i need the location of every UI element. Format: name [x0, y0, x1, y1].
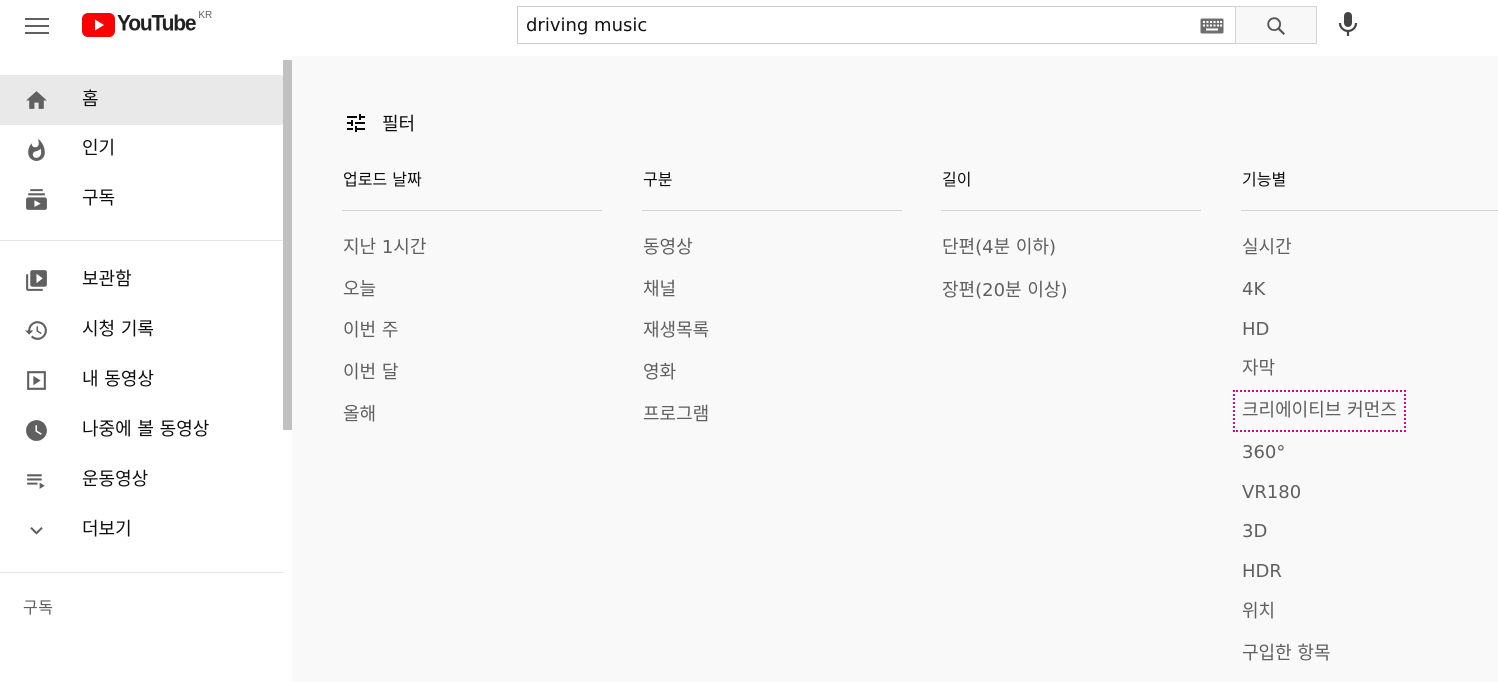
filter-option[interactable]: 단편(4분 이하) — [942, 236, 1056, 260]
filter-option[interactable]: 자막 — [1242, 357, 1275, 381]
filter-option[interactable]: 채널 — [643, 278, 676, 302]
filter-option[interactable]: 프로그램 — [643, 403, 709, 427]
hamburger-line — [25, 32, 49, 34]
filter-option-creative-commons[interactable]: 크리에이티브 커먼즈 — [1233, 390, 1406, 432]
sidebar-item-label: 운동영상 — [82, 469, 149, 490]
search-icon — [1267, 17, 1286, 36]
filter-group-divider — [1241, 210, 1498, 211]
youtube-play-logo-icon — [82, 13, 115, 37]
country-code: KR — [198, 10, 213, 21]
sidebar-item-label: 홈 — [82, 89, 99, 110]
filter-group-upload-date: 업로드 날짜 지난 1시간 오늘 이번 주 이번 달 올해 — [342, 168, 602, 425]
sidebar-divider — [0, 240, 283, 241]
subscriptions-icon — [26, 189, 47, 210]
filter-option[interactable]: 360° — [1242, 441, 1285, 465]
filter-option[interactable]: 동영상 — [643, 236, 693, 260]
sidebar-item-your-videos[interactable]: 내 동영상 — [0, 355, 283, 405]
filter-option[interactable]: 영화 — [643, 361, 676, 385]
filter-option[interactable]: 이번 주 — [343, 319, 398, 343]
sidebar-item-library[interactable]: 보관함 — [0, 255, 283, 305]
hamburger-line — [25, 25, 49, 27]
filter-label: 필터 — [382, 114, 416, 135]
filter-option[interactable]: HD — [1242, 318, 1269, 342]
keyboard-icon[interactable] — [1200, 18, 1224, 34]
search-filters-panel: 필터 업로드 날짜 지난 1시간 오늘 이번 주 이번 달 올해 구분 동영상 … — [292, 56, 1498, 682]
sidebar-item-subscriptions[interactable]: 구독 — [0, 174, 283, 224]
filter-option[interactable]: 구입한 항목 — [1242, 642, 1331, 666]
sidebar-divider — [0, 572, 283, 573]
top-bar: YouTube KR — [0, 0, 1498, 56]
filter-option[interactable]: 이번 달 — [343, 361, 398, 385]
filter-group-duration: 길이 단편(4분 이하) 장편(20분 이상) — [941, 168, 1201, 301]
sidebar-item-watch-later[interactable]: 나중에 볼 동영상 — [0, 405, 283, 455]
guide-menu-button[interactable] — [21, 12, 53, 40]
your-videos-icon — [27, 371, 46, 390]
youtube-wordmark: YouTube — [117, 11, 197, 36]
filter-group-divider — [941, 210, 1201, 211]
sidebar-item-label: 나중에 볼 동영상 — [82, 419, 210, 440]
playlist-icon — [27, 474, 45, 489]
filter-group-features: 기능별 실시간 4K HD 자막 크리에이티브 커먼즈 360° VR180 3… — [1233, 168, 1498, 664]
sidebar-scrollbar[interactable] — [283, 60, 292, 430]
filter-option[interactable]: 재생목록 — [643, 319, 709, 343]
filter-group-title: 길이 — [942, 170, 972, 189]
filter-option[interactable]: HDR — [1242, 560, 1282, 584]
filter-group-type: 구분 동영상 채널 재생목록 영화 프로그램 — [642, 168, 902, 425]
filter-group-title: 기능별 — [1242, 170, 1287, 189]
sidebar-item-trending[interactable]: 인기 — [0, 124, 283, 174]
sidebar-item-label: 인기 — [82, 138, 116, 159]
sidebar-item-label: 보관함 — [82, 269, 132, 290]
chevron-down-icon — [30, 526, 43, 535]
filter-option[interactable]: 지난 1시간 — [343, 236, 426, 260]
guide-sidebar: 홈 인기 구독 보관함 시청 기록 내 동영상 나중에 볼 동영상 운동영상 더… — [0, 56, 292, 682]
sidebar-item-playlist[interactable]: 운동영상 — [0, 455, 283, 505]
filter-option[interactable]: 실시간 — [1242, 236, 1292, 260]
voice-search-mic-icon[interactable] — [1332, 8, 1364, 42]
filter-option[interactable]: VR180 — [1242, 481, 1301, 505]
trending-flame-icon — [28, 138, 45, 161]
filter-option[interactable]: 장편(20분 이상) — [942, 279, 1067, 303]
sidebar-section-title: 구독 — [23, 598, 54, 617]
filter-option[interactable]: 오늘 — [343, 278, 376, 302]
filter-option[interactable]: 3D — [1242, 520, 1267, 544]
history-icon — [25, 321, 47, 340]
sidebar-item-label: 시청 기록 — [82, 319, 154, 340]
youtube-logo[interactable]: YouTube KR — [82, 10, 213, 38]
tune-sliders-icon — [347, 114, 365, 132]
sidebar-item-label: 더보기 — [82, 519, 132, 540]
filter-option[interactable]: 위치 — [1242, 600, 1275, 624]
filter-toggle-button[interactable]: 필터 — [344, 108, 415, 138]
search-box — [517, 6, 1236, 44]
filter-group-title: 업로드 날짜 — [343, 170, 422, 189]
sidebar-item-label: 내 동영상 — [82, 369, 154, 390]
library-icon — [26, 270, 47, 291]
filter-group-title: 구분 — [643, 170, 673, 189]
search-button[interactable] — [1235, 6, 1317, 44]
hamburger-line — [25, 18, 49, 20]
watch-later-icon — [26, 420, 47, 441]
sidebar-item-show-more[interactable]: 더보기 — [0, 505, 283, 555]
home-icon — [26, 91, 47, 109]
sidebar-item-history[interactable]: 시청 기록 — [0, 305, 283, 355]
filter-group-divider — [642, 210, 902, 211]
search-input[interactable] — [526, 12, 1186, 38]
sidebar-item-label: 구독 — [82, 188, 116, 209]
sidebar-item-home[interactable]: 홈 — [0, 75, 283, 125]
filter-group-divider — [342, 210, 602, 211]
filter-option[interactable]: 4K — [1242, 278, 1265, 302]
filter-option[interactable]: 올해 — [343, 403, 376, 427]
